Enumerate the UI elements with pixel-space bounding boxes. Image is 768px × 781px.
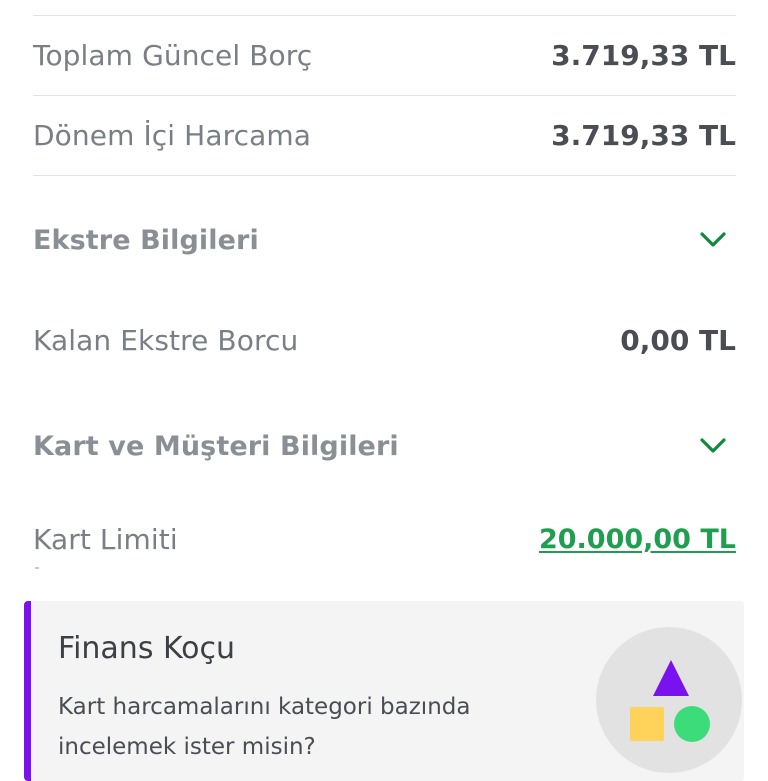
row-value: 3.719,33 TL [551, 118, 736, 152]
card-limit-link[interactable]: 20.000,00 TL [539, 524, 736, 555]
card-row-limit: Kart Limiti 20.000,00 TL [33, 514, 736, 564]
row-label: Kalan Ekstre Borcu [33, 323, 299, 357]
statement-section-header[interactable]: Ekstre Bilgileri [33, 215, 736, 265]
summary-row-period-spending: Dönem İçi Harcama 3.719,33 TL [33, 110, 736, 160]
divider [33, 175, 736, 176]
chevron-down-icon[interactable] [698, 225, 728, 255]
shapes-icon [596, 627, 742, 773]
card-section-header[interactable]: Kart ve Müşteri Bilgileri [33, 421, 736, 471]
row-label: Dönem İçi Harcama [33, 118, 311, 152]
scroll-indicator [35, 567, 39, 569]
divider [33, 15, 736, 16]
coach-title: Finans Koçu [58, 631, 236, 666]
row-label: Kart Limiti [33, 522, 178, 556]
section-title: Kart ve Müşteri Bilgileri [33, 430, 399, 462]
row-label: Toplam Güncel Borç [33, 38, 313, 72]
finance-coach-card[interactable]: Finans Koçu Kart harcamalarını kategori … [24, 601, 744, 781]
section-title: Ekstre Bilgileri [33, 224, 259, 256]
coach-description: Kart harcamalarını kategori bazında ince… [58, 694, 471, 760]
chevron-down-icon[interactable] [698, 431, 728, 461]
row-value: 0,00 TL [620, 323, 736, 357]
coach-accent-bar [24, 601, 31, 781]
divider [33, 95, 736, 96]
row-value: 3.719,33 TL [551, 38, 736, 72]
summary-row-total-debt: Toplam Güncel Borç 3.719,33 TL [33, 30, 736, 80]
statement-row-remaining-debt: Kalan Ekstre Borcu 0,00 TL [33, 315, 736, 365]
